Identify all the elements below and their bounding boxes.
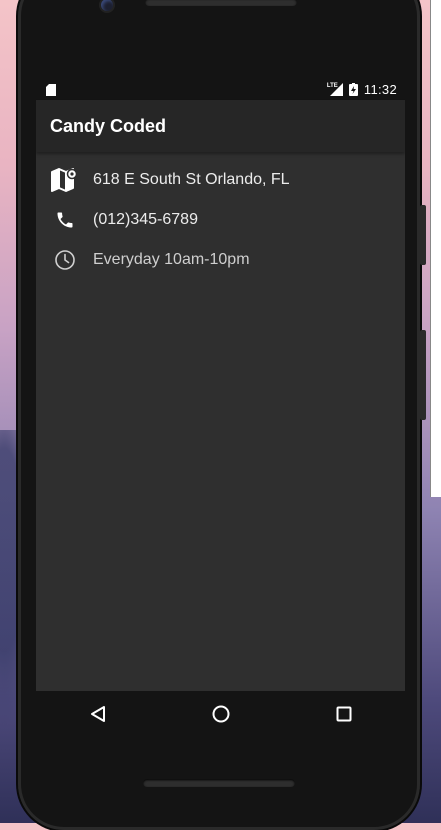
navigation-bar [36, 691, 405, 737]
bottom-speaker [143, 779, 295, 787]
phone-icon [36, 210, 93, 230]
front-camera [101, 0, 113, 11]
hours-text: Everyday 10am-10pm [93, 251, 250, 268]
app-title: Candy Coded [50, 115, 167, 136]
phone-text: (012)345-6789 [93, 211, 198, 228]
status-time: 11:32 [363, 82, 397, 97]
back-icon[interactable] [78, 694, 118, 734]
lte-signal-icon: LTE [327, 83, 343, 96]
clock-icon [36, 249, 93, 271]
hours-row: Everyday 10am-10pm [36, 240, 405, 280]
info-list: 618 E South St Orlando, FL (012)345-6789… [36, 152, 405, 280]
network-type-label: LTE [326, 83, 338, 89]
volume-button [420, 205, 426, 265]
status-bar: LTE 11:32 [36, 80, 405, 100]
recents-icon[interactable] [324, 694, 364, 734]
phone-row[interactable]: (012)345-6789 [36, 200, 405, 240]
background-window [430, 0, 441, 497]
battery-charging-icon [348, 83, 358, 96]
address-text: 618 E South St Orlando, FL [93, 171, 290, 188]
address-row[interactable]: 618 E South St Orlando, FL [36, 160, 405, 200]
app-bar: Candy Coded [36, 100, 405, 152]
map-icon [36, 168, 93, 192]
device-screen: LTE 11:32 Candy Coded 618 E South St Orl… [36, 80, 405, 691]
top-speaker [145, 0, 297, 6]
sd-card-icon [46, 84, 56, 96]
power-button [420, 330, 426, 420]
home-icon[interactable] [201, 694, 241, 734]
